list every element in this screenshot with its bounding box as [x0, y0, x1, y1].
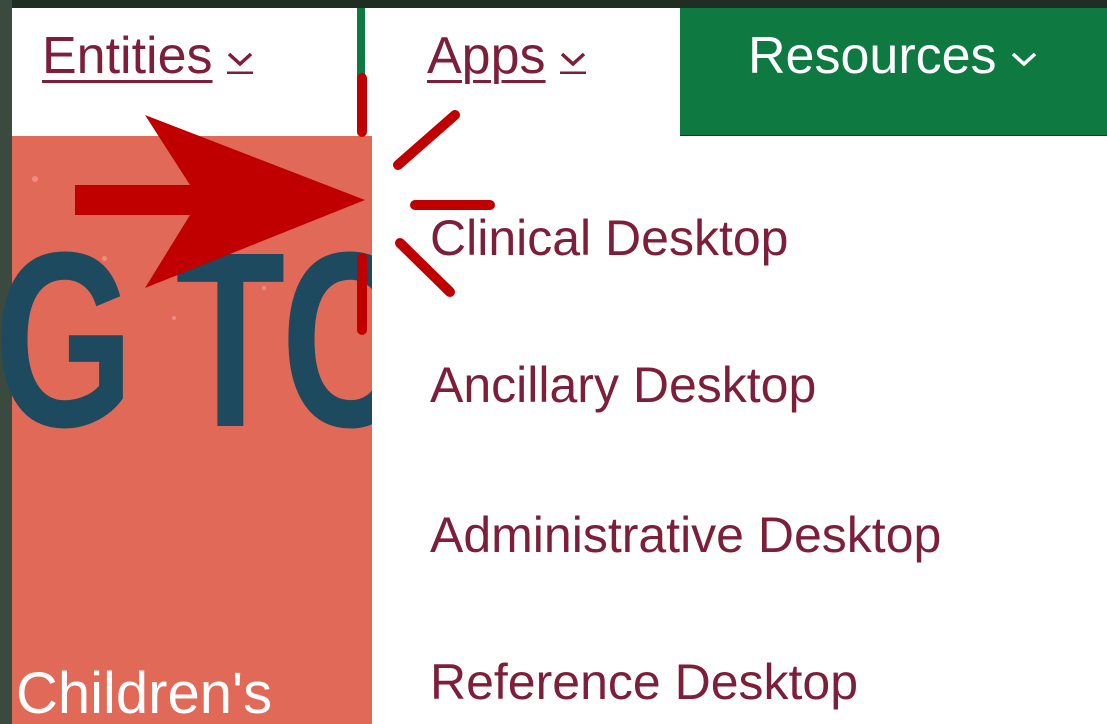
- chevron-down-icon[interactable]: [1009, 44, 1039, 74]
- menu-item-reference-desktop[interactable]: Reference Desktop: [430, 657, 858, 707]
- nav-resources-link[interactable]: Resources: [748, 30, 1039, 82]
- nav-entities-link[interactable]: Entities: [42, 30, 255, 82]
- nav-divider: [357, 8, 365, 86]
- hero-texture: [32, 176, 38, 182]
- menu-item-clinical-desktop[interactable]: Clinical Desktop: [430, 213, 788, 263]
- chevron-down-icon[interactable]: [558, 44, 588, 75]
- chevron-down-icon[interactable]: [225, 44, 255, 75]
- menu-item-ancillary-desktop[interactable]: Ancillary Desktop: [430, 360, 816, 410]
- nav-apps-link[interactable]: Apps: [427, 30, 588, 82]
- nav-resources-label[interactable]: Resources: [748, 27, 997, 85]
- nav-background: [12, 86, 372, 136]
- menu-item-administrative-desktop[interactable]: Administrative Desktop: [430, 510, 941, 560]
- screenshot-stage: Entities Apps Resources G TC Children's …: [0, 0, 1107, 724]
- nav-apps-label[interactable]: Apps: [427, 27, 546, 85]
- hero-headline: G TC: [0, 200, 411, 479]
- nav-entities-label[interactable]: Entities: [42, 27, 213, 85]
- hero-caption: Children's: [16, 661, 273, 724]
